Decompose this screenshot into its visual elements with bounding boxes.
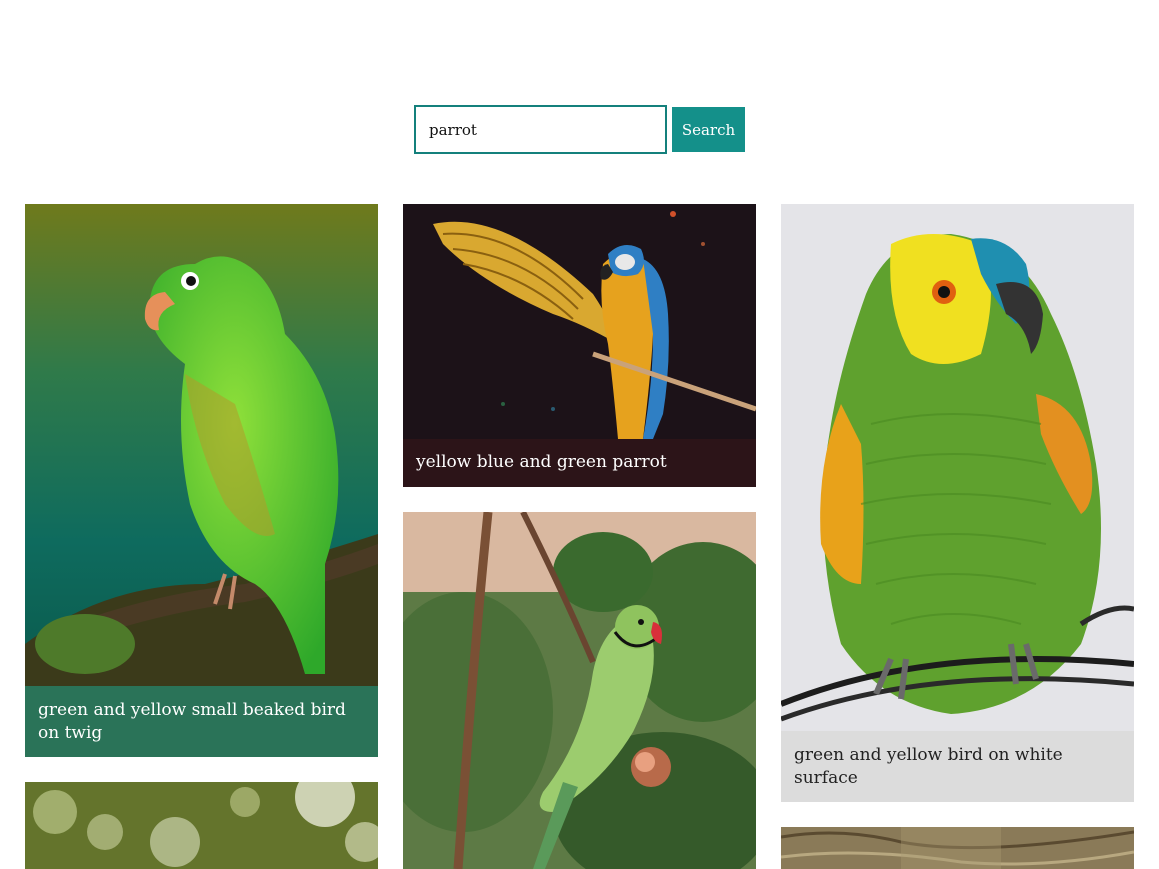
search-form: Search — [414, 105, 745, 154]
result-image[interactable] — [25, 204, 378, 686]
result-image[interactable] — [781, 204, 1134, 731]
result-image[interactable] — [781, 827, 1134, 869]
result-card-partial[interactable] — [25, 782, 378, 869]
result-card-green-small-beaked-bird[interactable]: green and yellow small beaked bird on tw… — [25, 204, 378, 757]
result-card-partial[interactable] — [781, 827, 1134, 869]
result-caption: green and yellow small beaked bird on tw… — [25, 686, 378, 757]
result-caption: green and yellow bird on white surface — [781, 731, 1134, 802]
result-card-yellow-blue-green-parrot[interactable]: yellow blue and green parrot — [403, 204, 756, 487]
search-button[interactable]: Search — [672, 107, 745, 152]
image-search-page: Search — [0, 0, 1159, 869]
result-caption: yellow blue and green parrot — [403, 439, 756, 487]
result-image[interactable] — [25, 782, 378, 869]
result-card-green-yellow-bird-white-surface[interactable]: green and yellow bird on white surface — [781, 204, 1134, 802]
result-card-rose-ringed-parakeet[interactable] — [403, 512, 756, 869]
result-image[interactable] — [403, 512, 756, 869]
search-input[interactable] — [414, 105, 667, 154]
result-image[interactable] — [403, 204, 756, 439]
